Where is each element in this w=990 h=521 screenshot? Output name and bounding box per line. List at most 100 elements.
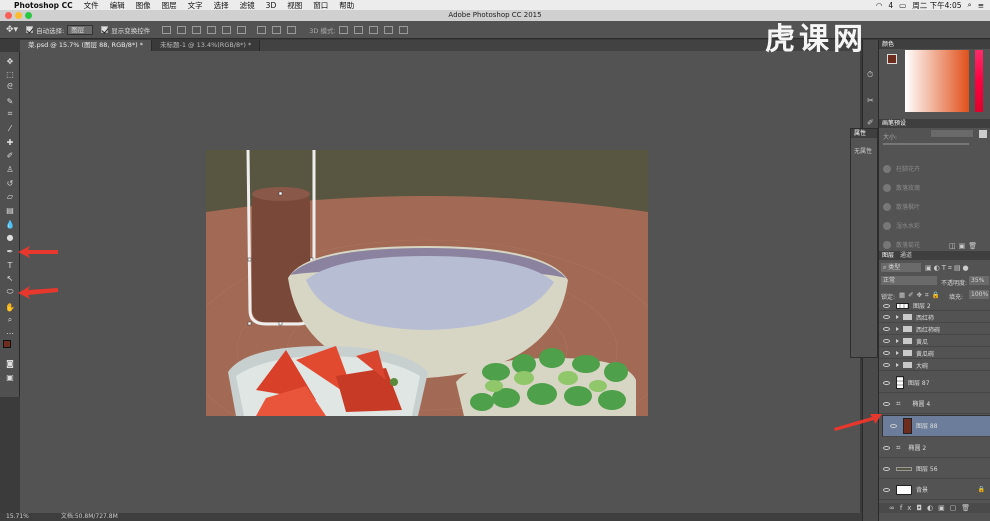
layer-name[interactable]: 西红柿: [916, 313, 934, 322]
visibility-eye-icon[interactable]: [883, 363, 890, 367]
visibility-eye-icon[interactable]: [883, 351, 890, 355]
move-tool-icon[interactable]: ✥▾: [6, 25, 18, 35]
layers-footer-icons[interactable]: ∞fx◘◐▣▢🗑: [879, 503, 990, 513]
eraser-tool-icon[interactable]: ▱: [4, 191, 16, 201]
blur-tool-icon[interactable]: 💧: [4, 219, 16, 229]
visibility-eye-icon[interactable]: [883, 303, 890, 308]
visibility-eye-icon[interactable]: [883, 466, 890, 471]
quick-select-tool-icon[interactable]: ✎: [4, 96, 16, 106]
distribute-2-icon[interactable]: [272, 25, 282, 34]
distribute-3-icon[interactable]: [287, 25, 297, 34]
layer-group-row[interactable]: 大碗: [879, 360, 990, 371]
blend-mode-dropdown[interactable]: 正常: [881, 276, 937, 285]
layer-row-selected[interactable]: 图层 88: [882, 415, 990, 437]
distribute-icon[interactable]: [257, 25, 267, 34]
orbit-3d-icon[interactable]: [338, 25, 348, 34]
visibility-eye-icon[interactable]: [883, 327, 890, 331]
type-tool-icon[interactable]: T: [4, 260, 16, 270]
menu-window[interactable]: 窗口: [313, 0, 328, 11]
layer-name[interactable]: 图层 56: [916, 464, 938, 473]
history-brush-tool-icon[interactable]: ↺: [4, 178, 16, 188]
menu-help[interactable]: 帮助: [339, 0, 354, 11]
size-input[interactable]: [931, 130, 973, 137]
zoom-level[interactable]: 15.71%: [6, 513, 29, 520]
color-tab[interactable]: 颜色: [882, 40, 894, 49]
expand-triangle-icon[interactable]: [896, 315, 899, 319]
expand-triangle-icon[interactable]: [896, 363, 899, 367]
fg-color-chip[interactable]: [887, 54, 897, 64]
layer-row[interactable]: 图层 56: [879, 459, 990, 479]
layer-kind-filter[interactable]: ⌕ 类型: [881, 263, 921, 272]
pen-tool-icon[interactable]: ✒: [4, 246, 16, 256]
brush-icon[interactable]: ✐: [867, 118, 874, 127]
gradient-tool-icon[interactable]: ▤: [4, 205, 16, 215]
lasso-tool-icon[interactable]: ᘓ: [4, 82, 16, 92]
layer-group-row[interactable]: 黄瓜: [879, 336, 990, 347]
pan-3d-icon[interactable]: [368, 25, 378, 34]
hue-slider[interactable]: [975, 50, 983, 112]
layer-name[interactable]: 椭圆 4: [913, 399, 931, 408]
properties-tab[interactable]: 属性: [854, 129, 866, 138]
align-middle-icon[interactable]: [177, 25, 187, 34]
show-transform-checkbox[interactable]: [101, 26, 109, 33]
tab-document-2[interactable]: 未标题-1 @ 13.4%(RGB/8*) *: [152, 40, 261, 51]
minimize-window-button[interactable]: [15, 12, 22, 19]
tab-document-1[interactable]: 菜.psd @ 15.7% (图层 88, RGB/8*) *: [20, 40, 152, 51]
channels-tab[interactable]: 通道: [900, 251, 912, 260]
brush-preset-item[interactable]: 柱脚花卉: [883, 164, 920, 173]
align-bottom-icon[interactable]: [192, 25, 202, 34]
status-icon-count[interactable]: 4: [888, 1, 893, 10]
layer-row[interactable]: ⌗ 椭圆 2: [879, 438, 990, 458]
menu-filter[interactable]: 滤镜: [240, 0, 255, 11]
layer-name[interactable]: 大碗: [916, 361, 928, 370]
lock-icons[interactable]: ▦✐✥⌗🔒: [899, 291, 943, 300]
move-tool-icon[interactable]: ✥: [4, 56, 16, 66]
visibility-eye-icon[interactable]: [883, 380, 890, 385]
history-icon[interactable]: ⏱: [867, 70, 873, 80]
layer-name[interactable]: 黄瓜碗: [916, 349, 934, 358]
expand-triangle-icon[interactable]: [896, 327, 899, 331]
screen-mode-icon[interactable]: ▣: [4, 372, 16, 382]
layer-name[interactable]: 黄瓜: [916, 337, 928, 346]
wifi-icon[interactable]: ◠: [876, 1, 883, 10]
fill-input[interactable]: 100%: [969, 290, 989, 299]
brush-preset-item[interactable]: 散落玫瑰: [883, 183, 920, 192]
brush-preset-item[interactable]: 散落菊花: [883, 240, 920, 249]
menu-view[interactable]: 视图: [287, 0, 302, 11]
ellipse-tool-icon[interactable]: ⬭: [4, 287, 16, 297]
expand-triangle-icon[interactable]: [896, 339, 899, 343]
roll-3d-icon[interactable]: [353, 25, 363, 34]
eyedropper-tool-icon[interactable]: ⁄: [4, 123, 16, 133]
visibility-eye-icon[interactable]: [883, 401, 890, 406]
visibility-eye-icon[interactable]: [883, 315, 890, 319]
visibility-eye-icon[interactable]: [883, 487, 890, 492]
crop-tool-icon[interactable]: ⌗: [4, 109, 16, 119]
tool-presets-icon[interactable]: ✂: [867, 96, 874, 105]
brush-tool-icon[interactable]: ✐: [4, 150, 16, 160]
menu-type[interactable]: 文字: [188, 0, 203, 11]
stamp-tool-icon[interactable]: ♙: [4, 164, 16, 174]
brush-preset-tab[interactable]: 画笔预设: [882, 119, 906, 128]
layer-row[interactable]: 背景 🔒: [879, 480, 990, 500]
brush-preset-item[interactable]: 湿水水彩: [883, 221, 920, 230]
foreground-color-swatch[interactable]: [3, 340, 11, 348]
slide-3d-icon[interactable]: [383, 25, 393, 34]
layer-name[interactable]: 椭圆 2: [909, 443, 927, 452]
layer-group-row[interactable]: 西红柿: [879, 312, 990, 323]
align-right-icon[interactable]: [237, 25, 247, 34]
visibility-eye-icon[interactable]: [883, 445, 890, 450]
align-center-icon[interactable]: [222, 25, 232, 34]
auto-select-checkbox[interactable]: [26, 26, 34, 33]
brush-panel-toggle-icon[interactable]: [979, 130, 987, 138]
auto-select-dropdown[interactable]: 图层: [67, 24, 94, 35]
zoom-window-button[interactable]: [25, 12, 32, 19]
close-window-button[interactable]: [5, 12, 12, 19]
list-icon[interactable]: ≡: [978, 1, 984, 10]
more-tools-icon[interactable]: ⋯: [4, 328, 16, 338]
visibility-eye-icon[interactable]: [890, 424, 897, 428]
menu-3d[interactable]: 3D: [266, 1, 277, 10]
align-left-icon[interactable]: [207, 25, 217, 34]
menu-app-name[interactable]: Photoshop CC: [14, 1, 73, 10]
scale-3d-icon[interactable]: [398, 25, 408, 34]
dodge-tool-icon[interactable]: ●: [4, 232, 16, 242]
